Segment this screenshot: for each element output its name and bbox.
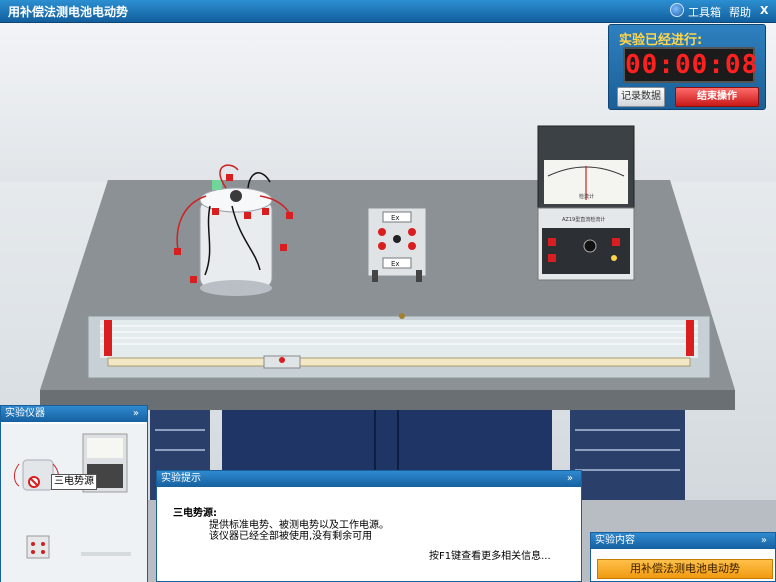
- hint-panel-header[interactable]: 实验提示 »: [157, 471, 581, 487]
- experiment-item-button[interactable]: 用补偿法测电池电动势: [597, 559, 773, 579]
- record-data-button[interactable]: 记录数据: [617, 87, 665, 107]
- galvanometer-scale-label: 检流计: [579, 193, 594, 200]
- ex-bottom-label: Ex: [391, 260, 400, 268]
- content-panel-title: 实验内容: [595, 535, 635, 546]
- hint-line-2: 该仪器已经全部被使用,没有剩余可用: [209, 531, 373, 542]
- experiment-content-panel: 实验内容 » 用补偿法测电池电动势: [590, 532, 776, 582]
- thumbnail-slide-wire[interactable]: [81, 552, 131, 556]
- instrument-thumbnails: [1, 424, 147, 582]
- collapse-chevron-icon[interactable]: »: [567, 471, 573, 487]
- instruments-panel-title: 实验仪器: [5, 408, 45, 419]
- instruments-panel: 实验仪器 » 三电势源: [0, 405, 148, 582]
- content-panel-header[interactable]: 实验内容 »: [591, 533, 775, 549]
- ex-top-label: Ex: [391, 214, 400, 222]
- hint-panel: 实验提示 » 三电势源: 提供标准电势、被测电势以及工作电源。 该仪器已经全部被…: [156, 470, 582, 582]
- cabinet-right: [570, 410, 685, 500]
- timer-panel: 实验已经进行: 00:00:08 记录数据 结束操作: [608, 24, 766, 110]
- end-operation-button[interactable]: 结束操作: [675, 87, 759, 107]
- slide-wire-bridge[interactable]: [87, 313, 711, 379]
- collapse-chevron-icon[interactable]: »: [133, 406, 139, 422]
- elapsed-time-display: 00:00:08: [623, 47, 757, 83]
- hint-more-info: 按F1键查看更多相关信息...: [429, 551, 551, 562]
- toolbox-button[interactable]: 工具箱: [688, 4, 721, 20]
- galvanometer[interactable]: [537, 125, 635, 281]
- timer-label: 实验已经进行:: [619, 33, 703, 48]
- title-bar: 用补偿法测电池电动势 工具箱 帮助 X: [0, 0, 776, 23]
- close-button[interactable]: X: [760, 4, 768, 17]
- instruments-panel-header[interactable]: 实验仪器 »: [1, 406, 147, 422]
- thumbnail-ex-switch-box[interactable]: [26, 535, 50, 559]
- app-title: 用补偿法测电池电动势: [8, 5, 129, 19]
- toolbox-globe-icon[interactable]: [670, 3, 684, 17]
- galvanometer-model-label: AZ19型直流检流计: [562, 216, 605, 223]
- hint-panel-title: 实验提示: [161, 473, 201, 484]
- instrument-tooltip: 三电势源: [51, 474, 97, 490]
- help-button[interactable]: 帮助: [729, 4, 751, 20]
- collapse-chevron-icon[interactable]: »: [761, 533, 767, 549]
